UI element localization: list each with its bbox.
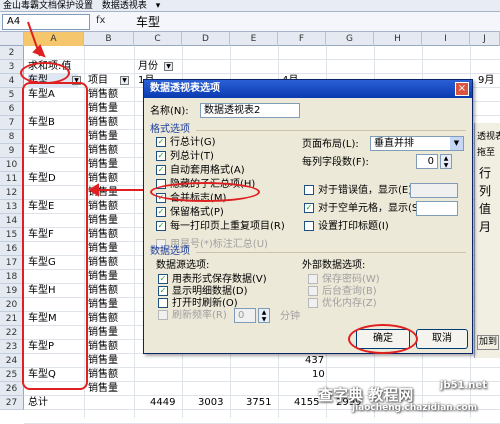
name-label: 名称(N): <box>150 106 189 117</box>
pivot-options-dialog: 数据透视表选项 × 名称(N): 数据透视表2 格式选项 ✓ 行总计(G) ✓ 列总计… <box>143 79 473 354</box>
layout-option-0-checkbox[interactable] <box>304 185 314 195</box>
pivot-field-list-panel: 透视表 拖至 行 列 值 月 加到 <box>474 123 500 358</box>
chevron-down-icon[interactable]: ▼ <box>450 137 463 150</box>
annotation-oval-merge-labels <box>150 182 260 202</box>
dialog-title[interactable]: 数据透视表选项 <box>144 80 472 98</box>
format-option-5-checkbox[interactable]: ✓ <box>156 207 166 217</box>
watermark-site: jb51.net <box>440 380 487 391</box>
panel-col-area[interactable]: 列 <box>479 185 491 198</box>
cancel-button[interactable]: 取消 <box>416 329 468 349</box>
layout-option-1-checkbox[interactable]: ✓ <box>304 203 314 213</box>
refresh-interval-input[interactable]: 0 <box>234 308 256 323</box>
external-data-label: 外部数据选项: <box>302 260 366 271</box>
format-options-group: 格式选项 <box>150 124 190 135</box>
refresh-interval-spinner[interactable]: ▲ ▼ <box>258 308 270 323</box>
page-layout-select[interactable]: 垂直并排 ▼ <box>370 136 464 151</box>
data-option-0-checkbox[interactable]: ✓ <box>158 274 168 284</box>
data-option-1-checkbox[interactable]: ✓ <box>158 286 168 296</box>
format-option-5-label[interactable]: 保留格式(P) <box>170 206 224 219</box>
data-options-group: 数据选项 <box>150 246 190 257</box>
external-option-1-checkbox[interactable] <box>308 286 318 296</box>
data-option-3-checkbox[interactable] <box>158 310 168 320</box>
data-option-3-label[interactable]: 刷新频率(R) <box>172 309 227 322</box>
empty-cell-input[interactable] <box>416 201 458 216</box>
data-source-label: 数据源选项: <box>156 260 210 271</box>
layout-option-0-label[interactable]: 对于错误值，显示(E): <box>318 184 416 197</box>
panel-drag-hint: 拖至 <box>477 148 496 158</box>
close-icon[interactable]: × <box>455 82 469 96</box>
page-layout-value: 垂直并排 <box>374 138 414 149</box>
data-group-divider <box>196 252 466 253</box>
format-option-6-label[interactable]: 每一打印页上重复项目(R) <box>170 220 285 233</box>
fields-per-column-label: 每列字段数(F): <box>302 157 369 168</box>
format-option-0-checkbox[interactable]: ✓ <box>156 137 166 147</box>
format-option-1-checkbox[interactable]: ✓ <box>156 151 166 161</box>
fields-per-column-spinner[interactable]: ▲ ▼ <box>440 154 452 169</box>
panel-month-field[interactable]: 月 <box>479 221 491 234</box>
refresh-unit-label: 分钟 <box>280 311 300 322</box>
arrow-head-merge <box>88 183 99 197</box>
external-option-2-label[interactable]: 优化内存(Z) <box>322 297 377 310</box>
external-option-0-checkbox[interactable] <box>308 274 318 284</box>
format-option-2-label[interactable]: 自动套用格式(A) <box>170 164 245 177</box>
page-layout-label: 页面布局(L): <box>302 139 359 150</box>
arrow-head-car-type <box>32 44 46 58</box>
error-value-input[interactable] <box>410 183 458 198</box>
format-option-0-label[interactable]: 行总计(G) <box>170 136 216 149</box>
layout-option-2-label[interactable]: 设置打印标题(I) <box>318 220 389 233</box>
panel-add-button[interactable]: 加到 <box>477 335 500 350</box>
external-option-2-checkbox[interactable] <box>308 298 318 308</box>
layout-option-2-checkbox[interactable] <box>304 221 314 231</box>
panel-row-area[interactable]: 行 <box>479 167 491 180</box>
format-option-6-checkbox[interactable]: ✓ <box>156 221 166 231</box>
format-option-2-checkbox[interactable]: ✓ <box>156 165 166 175</box>
name-input[interactable]: 数据透视表2 <box>200 103 300 118</box>
panel-title: 透视表 <box>477 132 500 142</box>
format-option-1-label[interactable]: 列总计(T) <box>170 150 214 163</box>
layout-option-1-label[interactable]: 对于空单元格，显示(S): <box>318 202 426 215</box>
data-option-2-checkbox[interactable] <box>158 298 168 308</box>
watermark-url: jiaocheng.chazidian.com <box>352 403 478 413</box>
format-group-divider <box>196 130 466 131</box>
annotation-oval-ok <box>348 324 418 354</box>
fields-per-column-input[interactable]: 0 <box>416 154 438 169</box>
watermark-text: 查字典 教程网 <box>318 386 414 404</box>
panel-value-area[interactable]: 值 <box>479 203 491 216</box>
